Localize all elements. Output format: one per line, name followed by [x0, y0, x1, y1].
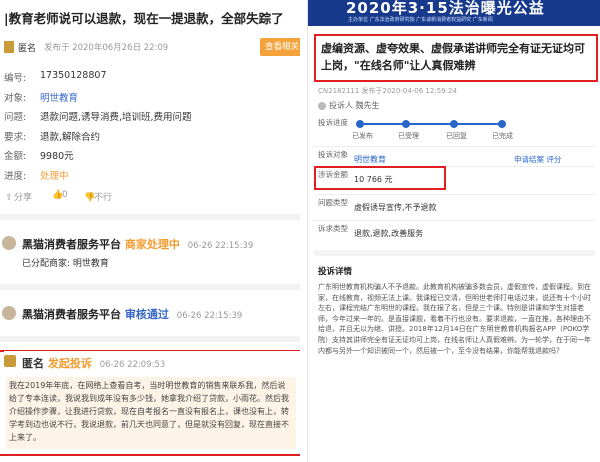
complaint-entry: 匿名 发起投诉 06-26 22:09:53 我在2019年年底，在网络上查看自… [4, 351, 300, 455]
banner-subtitle: 主办单位 广东法治政府研究院 广东谈新消费者权益研究 广东新闻 [348, 17, 493, 23]
progress-status: 处理中 [40, 170, 69, 182]
row-divider [314, 194, 595, 195]
article-headline: 虚编资源、虚夸效果、虚假承诺讲师完全有证无证均可上岗，"在线名师"让人真假难辨 [321, 42, 585, 72]
entry-time: 06-26 22:15:39 [176, 311, 243, 321]
info-row: 对象: 明世教育 [4, 90, 294, 110]
publish-time: 发布于 2020年06月26日 22:09 [44, 43, 169, 53]
entry-author: 黑猫消费者服务平台 [22, 308, 121, 321]
progress-step: 已受理 [398, 132, 419, 140]
dislike-label: 不行 [94, 193, 113, 203]
dislike-button[interactable]: 👎不行 [84, 190, 112, 203]
section-divider [314, 250, 595, 256]
demand-label: 诉求类型 [318, 224, 348, 233]
progress-dot [356, 120, 364, 128]
info-row: 问题: 退款问题,诱导消费,培训班,费用问题 [4, 109, 294, 129]
complainant-row: 投诉人 魏先生 [318, 100, 380, 111]
entry-status: 审核通过 [124, 308, 169, 321]
info-row: 要求: 退款,解除合约 [4, 129, 294, 149]
info-value: 退款问题,诱导消费,培训班,费用问题 [40, 112, 192, 123]
share-label: 分享 [14, 193, 33, 203]
complaint-info-list: 编号: 17350128807 对象: 明世教育 问题: 退款问题,诱导消费,培… [4, 70, 294, 187]
progress-step: 已发布 [352, 132, 373, 140]
amount-label: 涉诉金额 [318, 170, 348, 179]
headline-highlight-box: 虚编资源、虚夸效果、虚假承诺讲师完全有证无证均可上岗，"在线名师"让人真假难辨 [314, 34, 598, 82]
progress-line [358, 123, 504, 125]
anonymous-avatar-icon [4, 355, 16, 367]
highlight-underline [0, 454, 300, 456]
demand-value: 退款,退款,改善服务 [354, 229, 424, 238]
info-key: 进度: [4, 170, 27, 182]
anonymous-avatar-icon [4, 41, 14, 53]
progress-step: 已完成 [492, 132, 513, 140]
section-divider [0, 284, 300, 290]
thumbs-down-icon: 👎 [84, 193, 96, 203]
entry-body: 已分配商家: 明世教育 [22, 259, 109, 269]
thumbs-up-icon: 👍 [52, 190, 64, 200]
info-key: 问题: [4, 112, 27, 123]
target-label: 投诉对象 [318, 150, 348, 159]
left-screenshot-panel: |教育老师说可以退款，现在一提退款，全部失踪了 匿名 发布于 2020年06月2… [0, 0, 300, 462]
like-count: 0 [62, 190, 68, 200]
progress-tracker: 已发布 已受理 已回复 已完成 [352, 118, 513, 142]
event-banner: 2020年3·15法治曝光公益 主办单位 广东法治政府研究院 广东谈新消费者权益… [308, 0, 600, 26]
author-name: 匿名 [18, 44, 37, 54]
info-row: 进度: 处理中 [4, 168, 294, 188]
entry-time: 06-26 22:15:39 [187, 241, 254, 251]
share-icon: ⇪ [5, 193, 13, 203]
action-bar: ⇪分享 👍0 👎不行 [4, 190, 296, 206]
target-company-link[interactable]: 明世教育 [354, 154, 386, 165]
platform-avatar-icon [2, 236, 16, 250]
entry-header: 黑猫消费者服务平台 商家处理中 06-26 22:15:39 [22, 236, 253, 252]
entry-author: 黑猫消费者服务平台 [22, 238, 121, 251]
info-row: 编号: 17350128807 [4, 70, 294, 90]
entry-header: 黑猫消费者服务平台 审核通过 06-26 22:15:39 [22, 306, 242, 322]
timeline-entry: 黑猫消费者服务平台 审核通过 06-26 22:15:39 [0, 304, 300, 328]
entry-header: 匿名 发起投诉 06-26 22:09:53 [22, 355, 165, 371]
complaint-text: 我在2019年年底，在网络上查看自考，当时明世教育的销售来联系我，然后说给了专本… [6, 377, 296, 449]
progress-step: 已回复 [446, 132, 467, 140]
info-key: 对象: [4, 92, 27, 104]
entry-status: 发起投诉 [47, 357, 92, 370]
progress-dot [450, 120, 458, 128]
info-value: 17350128807 [40, 70, 107, 81]
info-row: 金额: 9980元 [4, 148, 294, 168]
entry-status: 商家处理中 [124, 238, 180, 251]
progress-label: 投诉进度 [318, 118, 348, 127]
issue-value: 虚假诱导宣传,不予退款 [354, 203, 437, 212]
article-meta: CN2182111 发布于2020-04-06 12:59:24 [318, 87, 457, 95]
platform-avatar-icon [2, 306, 16, 320]
info-key: 金额: [4, 151, 27, 162]
complaint-title: |教育老师说可以退款，现在一提退款，全部失踪了 [4, 11, 284, 26]
amount-value: 10 766 元 [354, 175, 393, 184]
section-divider [0, 336, 300, 342]
detail-section-title: 投诉详情 [318, 267, 353, 277]
complaint-header: 匿名 发起投诉 06-26 22:09:53 [4, 351, 300, 373]
entry-time: 06-26 22:09:53 [99, 360, 166, 370]
info-key: 编号: [4, 73, 27, 84]
info-value: 退款,解除合约 [40, 131, 101, 143]
share-button[interactable]: ⇪分享 [4, 190, 32, 203]
info-key: 要求: [4, 131, 27, 143]
view-related-button[interactable]: 查看相关 [260, 38, 300, 56]
issue-label: 问题类型 [318, 198, 348, 207]
progress-dot [498, 120, 506, 128]
info-value: 9980元 [40, 151, 74, 162]
complaint-detail-text: 广东明世教育机构骗人不予退款。此教育机构被骗多数会员，虚假宣传，虚假课程。到在家… [318, 283, 591, 355]
entry-author: 匿名 [22, 357, 44, 370]
progress-dot [402, 120, 410, 128]
complainant-name: 投诉人 魏先生 [329, 101, 380, 110]
right-screenshot-panel: 2020年3·15法治曝光公益 主办单位 广东法治政府研究院 广东谈新消费者权益… [307, 0, 600, 462]
row-divider [314, 220, 595, 221]
like-button[interactable]: 👍0 [52, 190, 68, 200]
author-row: 匿名 发布于 2020年06月26日 22:09 查看相关 [4, 38, 300, 58]
company-link[interactable]: 明世教育 [40, 90, 78, 104]
row-divider [314, 146, 595, 147]
target-actions[interactable]: 申请结案 评分 [514, 154, 561, 165]
user-icon [318, 101, 326, 110]
timeline-entry: 黑猫消费者服务平台 商家处理中 06-26 22:15:39 已分配商家: 明世… [0, 234, 300, 274]
section-divider [0, 214, 300, 220]
